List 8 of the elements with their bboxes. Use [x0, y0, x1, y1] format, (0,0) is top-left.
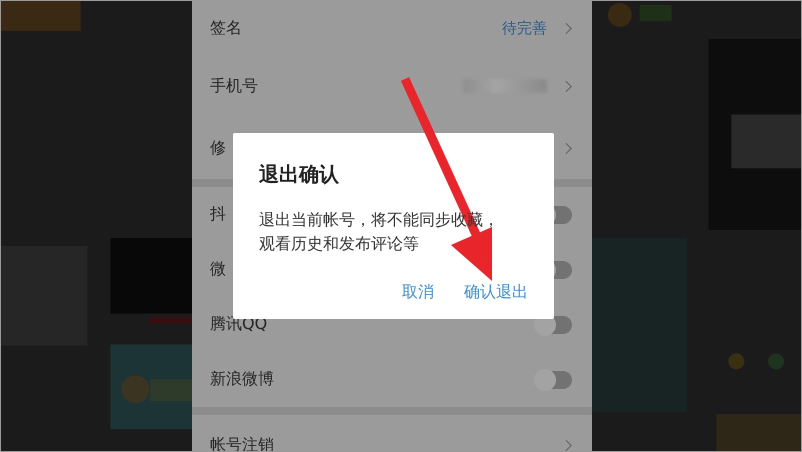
row-label: 修 [210, 138, 226, 158]
row-value: 待完善 [502, 18, 547, 38]
row-label: 抖 [210, 204, 226, 225]
dialog-title: 退出确认 [259, 161, 340, 188]
row-label: 手机号 [210, 76, 258, 96]
row-label: 签名 [210, 18, 242, 38]
row-label: 微 [210, 259, 226, 280]
row-label: 新浪微博 [210, 369, 274, 390]
